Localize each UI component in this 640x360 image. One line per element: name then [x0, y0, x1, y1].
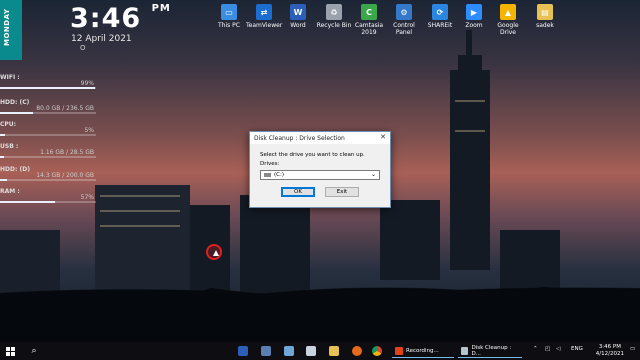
stat-label: CPU:: [0, 121, 17, 128]
day-label: MONDAY: [3, 8, 11, 46]
shareit-icon: ⟳: [432, 4, 448, 20]
stat-value: 57%: [80, 194, 94, 201]
stat-bar-fill: [0, 134, 5, 136]
desktop-icon-label: Recycle Bin: [316, 22, 352, 29]
folder-icon: ▤: [537, 4, 553, 20]
stat-label: HDD: (D): [0, 166, 30, 173]
taskbar-date: 4/12/2021: [595, 351, 624, 357]
desktop-icon[interactable]: ▲ Google Drive: [490, 2, 526, 36]
selected-drive: (C:): [274, 172, 284, 178]
volume-icon[interactable]: ◁: [556, 346, 560, 352]
desktop-icon[interactable]: ♻ Recycle Bin: [316, 2, 352, 29]
network-icon[interactable]: ◰: [545, 346, 550, 352]
stat-value: 80.0 GB / 236.5 GB: [36, 105, 94, 112]
store-icon[interactable]: [306, 346, 316, 356]
chrome-icon[interactable]: [372, 346, 382, 356]
taskbar-app-label: Recording...: [406, 347, 439, 354]
stat-bar-fill: [0, 179, 7, 181]
desktop-icon-label: TeamViewer: [246, 22, 283, 29]
stat-value: 1.16 GB / 28.5 GB: [40, 149, 94, 156]
stat-bar-fill: [0, 87, 96, 89]
dialog-titlebar[interactable]: Disk Cleanup : Drive Selection ✕: [250, 132, 390, 144]
desktop-icon[interactable]: ▭ This PC: [211, 2, 247, 29]
desktop-icon-label: Control Panel: [393, 22, 415, 36]
tray-chevron-icon[interactable]: ⌃: [533, 346, 538, 352]
drive-select[interactable]: (C:) ⌄: [260, 170, 380, 180]
desktop-icon-label: This PC: [218, 22, 240, 29]
start-button[interactable]: [0, 342, 20, 360]
zoom-icon: ▶: [466, 4, 482, 20]
desktop-icon-label: Google Drive: [497, 22, 519, 36]
windows-logo-icon: [5, 346, 15, 356]
stat-bar: [0, 179, 96, 181]
widget-date-extra: O: [80, 44, 86, 52]
chevron-down-icon[interactable]: ⌄: [371, 171, 376, 178]
stat-bar-fill: [0, 201, 55, 203]
desktop-icon[interactable]: ▶ Zoom: [456, 2, 492, 29]
stat-label: HDD: (C): [0, 99, 30, 106]
close-icon[interactable]: ✕: [380, 133, 386, 141]
mouse-cursor-highlight: [206, 244, 222, 260]
widget-clock: 3:46 PM: [70, 3, 171, 34]
language-indicator[interactable]: ENG: [571, 346, 583, 352]
control-panel-icon: ⚙: [396, 4, 412, 20]
word-icon: W: [290, 4, 306, 20]
teamviewer-icon: ⇄: [256, 4, 272, 20]
task-view-icon[interactable]: [261, 346, 271, 356]
stat-label: USB :: [0, 143, 19, 150]
stat-value: 99%: [80, 80, 94, 87]
desktop-icon-label: SHAREit: [427, 22, 453, 29]
pen-tool-icon[interactable]: [284, 346, 294, 356]
widget-ampm: PM: [151, 3, 171, 14]
stat-bar: [0, 87, 96, 89]
taskbar: ⌕ Recording... Disk Cleanup : D... ⌃ ◰ ◁…: [0, 342, 640, 360]
stat-value: 5%: [84, 127, 94, 134]
desktop-icon-label: Word: [290, 22, 306, 29]
this-pc-icon: ▭: [221, 4, 237, 20]
stat-bar: [0, 112, 96, 114]
recycle-bin-icon: ♻: [326, 4, 342, 20]
desktop-icon[interactable]: ▤ sadek: [527, 2, 563, 29]
file-explorer-icon[interactable]: [329, 346, 339, 356]
desktop-icon[interactable]: W Word: [280, 2, 316, 29]
stat-bar: [0, 201, 96, 203]
dialog-title: Disk Cleanup : Drive Selection: [254, 135, 345, 142]
widget-date: 12 April 2021: [71, 34, 132, 44]
stat-bar: [0, 134, 96, 136]
stat-bar: [0, 156, 96, 158]
desktop-icon[interactable]: C Camtasia 2019: [351, 2, 387, 36]
drive-icon: [264, 172, 271, 177]
stat-label: WIFI :: [0, 74, 20, 81]
desktop-icon-label: Camtasia 2019: [354, 22, 384, 36]
taskbar-app-label: Disk Cleanup : D...: [471, 344, 512, 357]
disk-cleanup-dialog: Disk Cleanup : Drive Selection ✕ Select …: [249, 131, 391, 208]
recording-icon: [395, 346, 403, 355]
ok-button[interactable]: OK: [281, 187, 315, 197]
stat-bar-fill: [0, 156, 4, 158]
search-icon[interactable]: ⌕: [20, 346, 48, 356]
stat-value: 14.3 GB / 200.0 GB: [36, 172, 94, 179]
desktop-icon-label: sadek: [536, 22, 554, 29]
stat-bar-fill: [0, 112, 33, 114]
stat-label: RAM :: [0, 188, 20, 195]
desktop-icon[interactable]: ⟳ SHAREit: [422, 2, 458, 29]
taskbar-clock[interactable]: 3:46 PM 4/12/2021: [596, 344, 624, 358]
disk-cleanup-icon: [461, 346, 469, 355]
firefox-icon[interactable]: [352, 346, 362, 356]
taskbar-time: 3:46 PM: [598, 344, 621, 350]
taskbar-app-disk-cleanup[interactable]: Disk Cleanup : D...: [458, 344, 522, 358]
exit-button[interactable]: Exit: [325, 187, 359, 197]
notification-icon[interactable]: ▭: [630, 346, 635, 352]
taskbar-app-recording[interactable]: Recording...: [392, 344, 454, 358]
desktop-icon-label: Zoom: [465, 22, 483, 29]
google-drive-icon: ▲: [500, 4, 516, 20]
camtasia-icon: C: [361, 4, 377, 20]
day-strip: MONDAY: [0, 0, 22, 60]
widget-time: 3:46: [70, 3, 142, 34]
desktop-icon[interactable]: ⇄ TeamViewer: [246, 2, 282, 29]
drives-label: Drives:: [260, 161, 280, 167]
dialog-message: Select the drive you want to clean up.: [260, 152, 365, 158]
desktop-icon[interactable]: ⚙ Control Panel: [386, 2, 422, 36]
word-taskbar-icon[interactable]: [238, 346, 248, 356]
